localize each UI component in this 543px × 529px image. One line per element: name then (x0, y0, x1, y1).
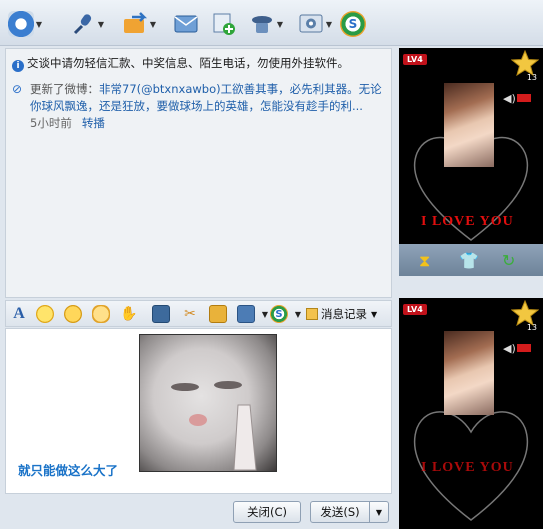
love-text: I LOVE YOU (421, 214, 514, 229)
video-call-icon (8, 11, 34, 37)
magic-face-icon[interactable] (64, 305, 82, 323)
weibo-icon: ⊘ (12, 82, 23, 96)
emoji-icon[interactable] (36, 305, 54, 323)
settings-button[interactable]: ▼ (298, 11, 334, 37)
chevron-down-icon[interactable]: ▼ (275, 20, 285, 29)
close-button[interactable]: 关闭(C) (233, 501, 301, 523)
send-email-button[interactable] (173, 11, 199, 37)
send-button[interactable]: 发送(S) (310, 501, 370, 523)
microphone-icon (70, 11, 96, 37)
chevron-down-icon[interactable]: ▼ (96, 20, 106, 29)
refresh-icon[interactable]: ↻ (502, 251, 515, 270)
soso-icon: S (340, 11, 366, 37)
info-icon: i (12, 60, 24, 72)
hourglass-icon[interactable]: ⧗ (419, 251, 430, 271)
soso-button[interactable]: S (340, 11, 366, 37)
love-text: I LOVE YOU (421, 460, 514, 475)
chevron-down-icon[interactable]: ▼ (148, 20, 158, 29)
gift-icon[interactable] (209, 305, 227, 323)
folder-send-icon (122, 11, 148, 37)
add-app-button[interactable] (211, 11, 237, 37)
font-icon[interactable]: A (10, 305, 28, 323)
send-file-button[interactable]: ▼ (122, 11, 158, 37)
my-show-panel: LV4 13 ◀) I LOVE YOU (399, 298, 543, 529)
weibo-update: ⊘ 更新了微博：非常77(@btxnxawbo)工欲善其事，必先利其器。无论你球… (12, 81, 390, 132)
screenshot-icon[interactable]: ✂ (181, 305, 199, 323)
remote-assist-icon (249, 11, 275, 37)
avatar-photo (444, 83, 494, 167)
weibo-meta: 5小时前 转播 (30, 115, 390, 132)
bottom-bar: 关闭(C) 发送(S) ▼ (0, 495, 398, 529)
poke-icon[interactable]: ✋ (120, 305, 138, 323)
format-toolbar: A ✋ ✂ ▼ S ▼ 消息记录 ▼ (5, 300, 392, 327)
shirt-icon[interactable]: 👕 (459, 251, 479, 270)
screen-capture-icon[interactable] (237, 305, 255, 323)
add-app-icon (211, 11, 237, 37)
speaker-icon[interactable]: ◀) (503, 92, 516, 105)
chevron-down-icon[interactable]: ▼ (34, 20, 44, 29)
message-input[interactable]: 就只能做这么大了 (5, 328, 392, 494)
security-notice: i 交谈中请勿轻信汇款、中奖信息、陌生电话，勿使用外挂软件。 (12, 55, 349, 72)
history-label: 消息记录 (321, 307, 367, 321)
avatar-photo (444, 331, 494, 415)
image-icon[interactable] (152, 305, 170, 323)
email-icon (173, 11, 199, 37)
video-call-button[interactable]: ▼ (8, 11, 44, 37)
soso-ime-icon[interactable]: S (270, 305, 288, 323)
settings-icon (298, 11, 324, 37)
message-history-button[interactable]: 消息记录 ▼ (306, 305, 377, 323)
send-options-button[interactable]: ▼ (369, 501, 389, 523)
stop-button[interactable] (517, 94, 531, 102)
image-caption: 就只能做这么大了 (18, 463, 119, 478)
speaker-icon[interactable]: ◀) (503, 342, 516, 355)
cat-meme-image (139, 334, 277, 472)
chevron-down-icon[interactable]: ▼ (324, 20, 334, 29)
chevron-down-icon[interactable]: ▼ (289, 305, 307, 323)
chat-toolbar: ▼ ▼ ▼ ▼ ▼ S (0, 0, 543, 46)
show-controls: ⧗ 👕 ↻ (399, 244, 543, 276)
voice-call-button[interactable]: ▼ (70, 11, 106, 37)
repost-link[interactable]: 转播 (82, 116, 105, 130)
gesture-icon[interactable] (92, 305, 110, 323)
friend-show-panel: LV4 13 ◀) I LOVE YOU ⧗ 👕 ↻ (399, 48, 543, 276)
notice-text: 交谈中请勿轻信汇款、中奖信息、陌生电话，勿使用外挂软件。 (27, 56, 349, 70)
stop-button[interactable] (517, 344, 531, 352)
history-icon (306, 308, 318, 320)
remote-assist-button[interactable]: ▼ (249, 11, 285, 37)
weibo-prefix: 更新了微博： (30, 82, 99, 96)
chevron-down-icon: ▼ (371, 309, 378, 319)
weibo-time: 5小时前 (30, 116, 72, 130)
message-history: i 交谈中请勿轻信汇款、中奖信息、陌生电话，勿使用外挂软件。 ⊘ 更新了微博：非常… (5, 48, 392, 298)
